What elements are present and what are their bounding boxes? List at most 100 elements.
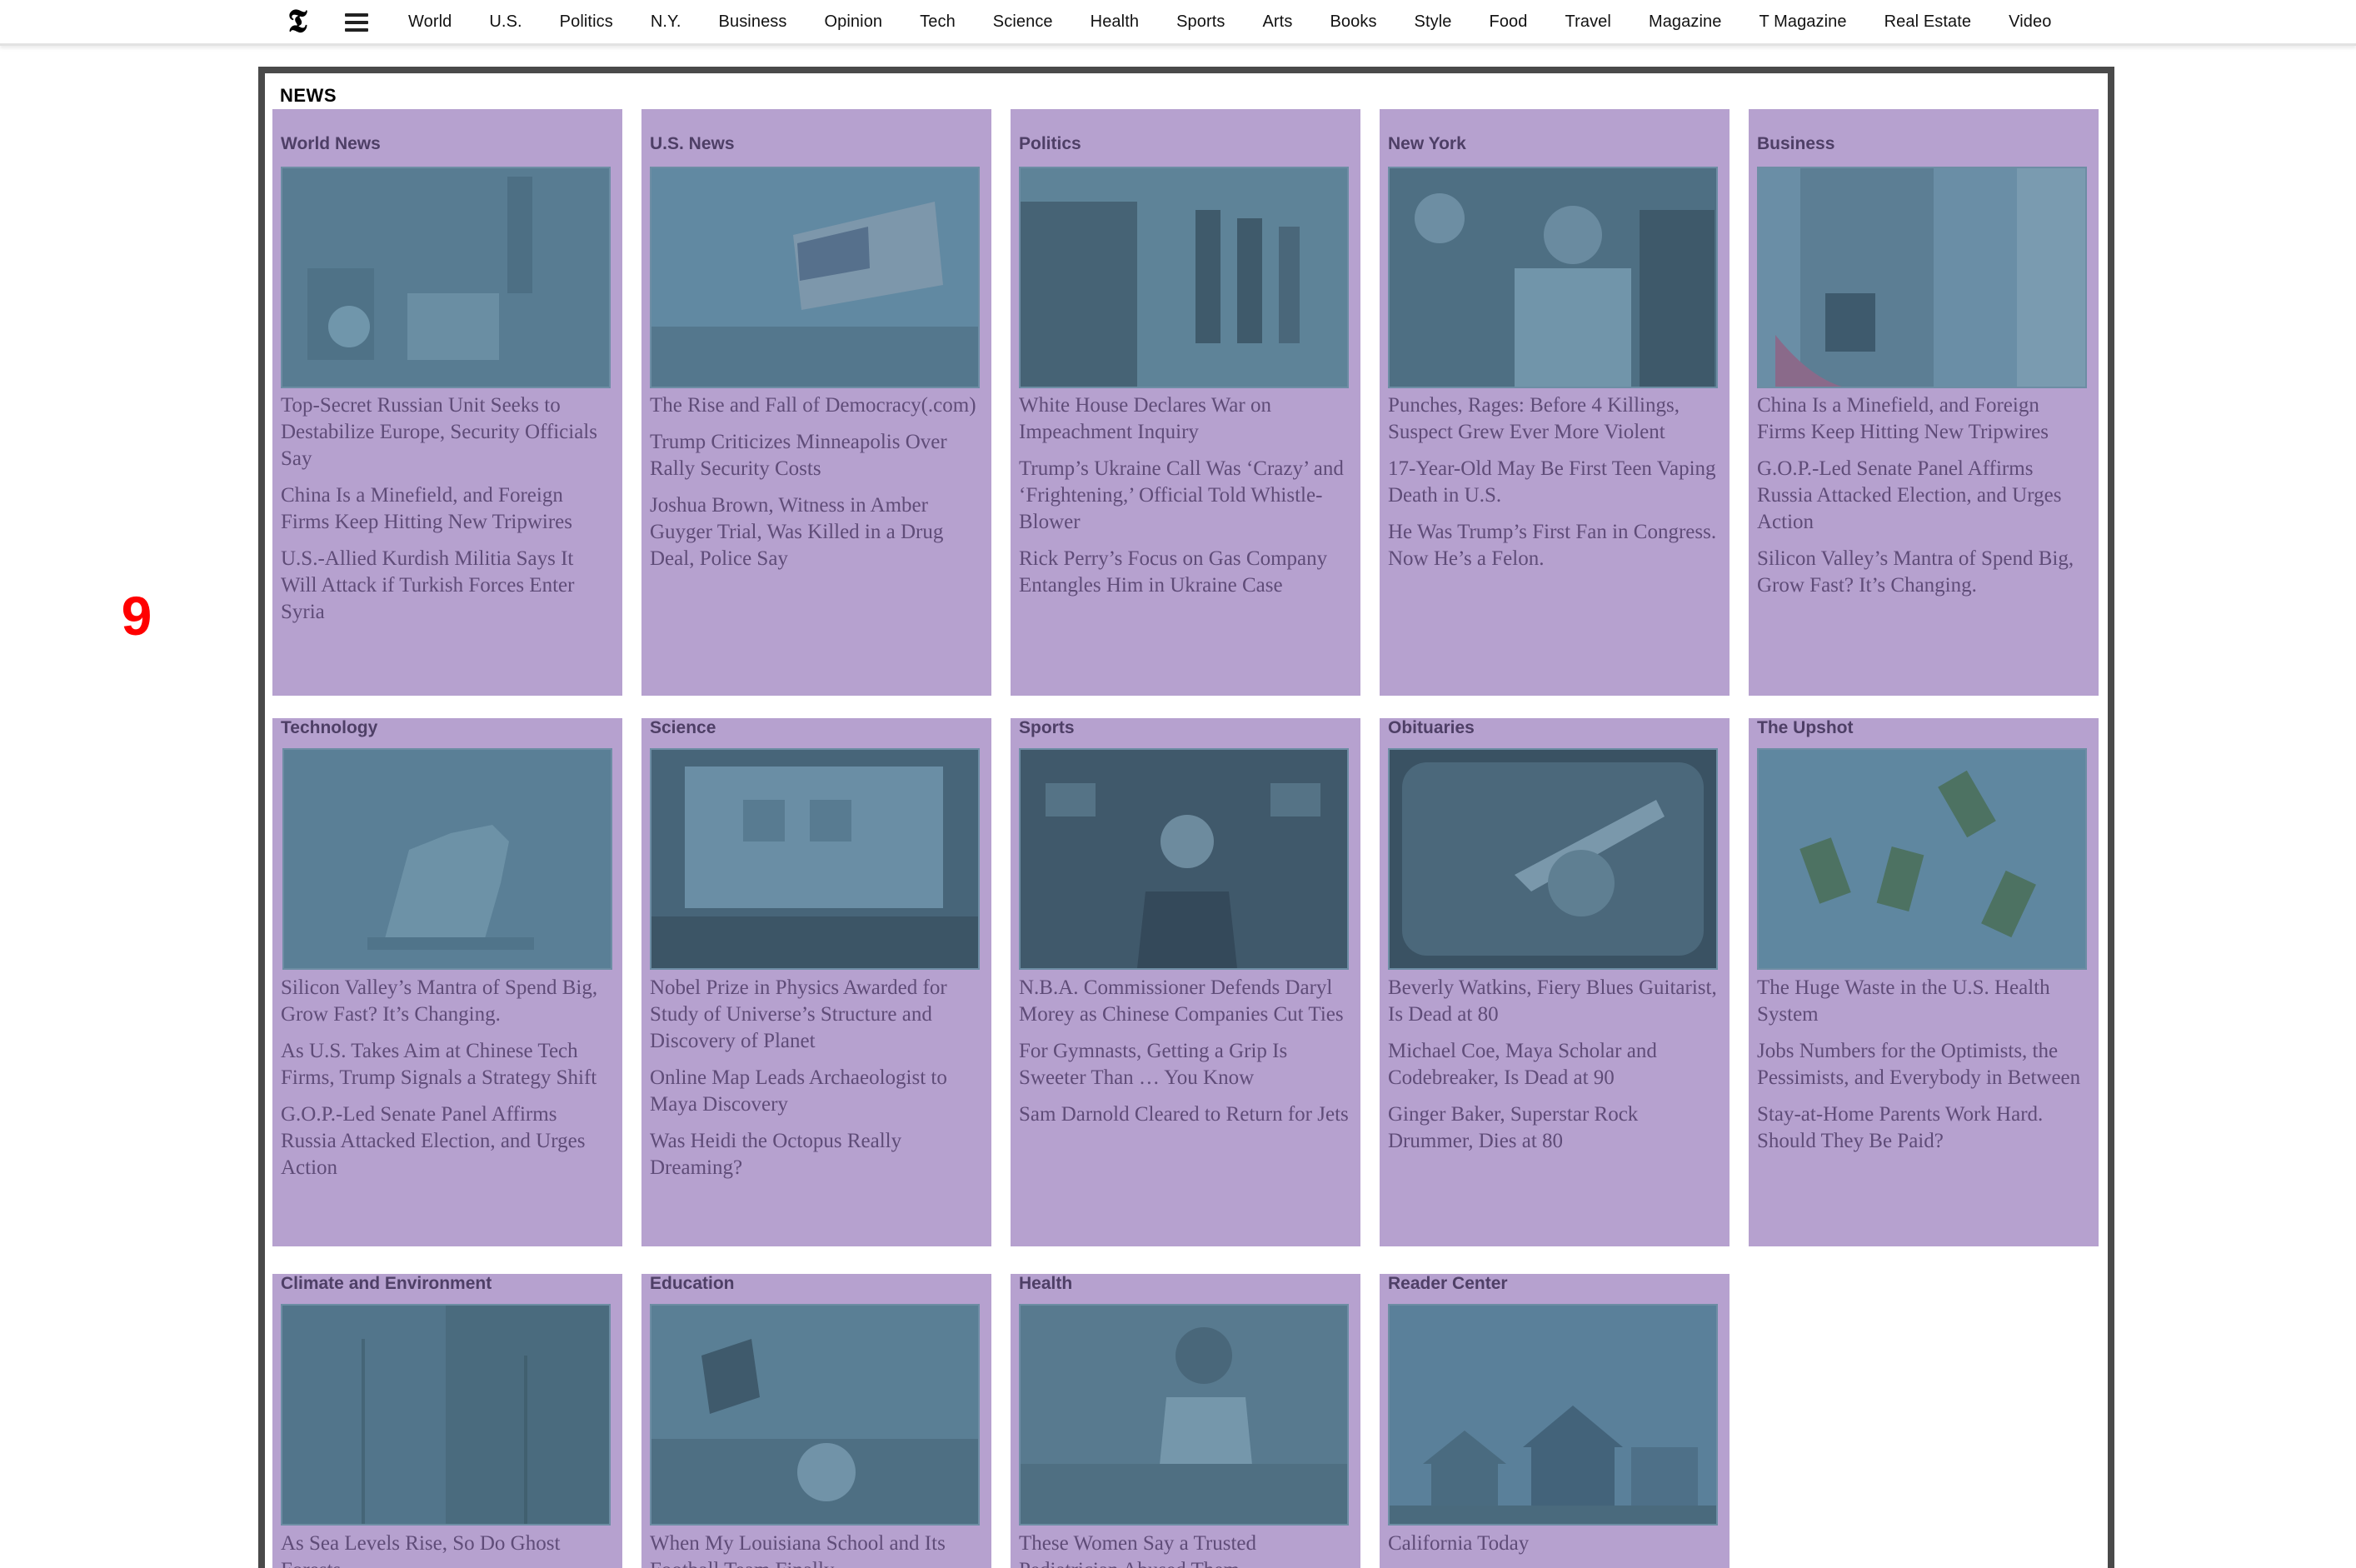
headline-link[interactable]: The Huge Waste in the U.S. Health System — [1757, 975, 2090, 1028]
section-thumbnail-image[interactable] — [281, 1304, 611, 1526]
section-label[interactable]: Science — [650, 718, 716, 738]
headline-link[interactable]: G.O.P.-Led Senate Panel Affirms Russia A… — [281, 1101, 614, 1181]
section-card-technology: Technology Silicon Valley’s Mantra of Sp… — [272, 718, 622, 1246]
section-label[interactable]: Sports — [1019, 718, 1075, 738]
nav-politics[interactable]: Politics — [560, 12, 613, 32]
headline-link[interactable]: Sam Darnold Cleared to Return for Jets — [1019, 1101, 1352, 1128]
headline-link[interactable]: Was Heidi the Octopus Really Dreaming? — [650, 1128, 983, 1181]
nav-books[interactable]: Books — [1330, 12, 1376, 32]
section-label[interactable]: U.S. News — [650, 134, 735, 154]
nav-video[interactable]: Video — [2009, 12, 2051, 32]
headline-link[interactable]: When My Louisiana School and Its Footbal… — [650, 1531, 983, 1568]
section-label[interactable]: Climate and Environment — [281, 1274, 492, 1294]
headline-link[interactable]: He Was Trump’s First Fan in Congress. No… — [1388, 519, 1721, 572]
nav-us[interactable]: U.S. — [489, 12, 522, 32]
headline-link[interactable]: For Gymnasts, Getting a Grip Is Sweeter … — [1019, 1038, 1352, 1091]
headline-link[interactable]: Beverly Watkins, Fiery Blues Guitarist, … — [1388, 975, 1721, 1028]
section-thumbnail-image[interactable] — [650, 1304, 980, 1526]
section-label[interactable]: Education — [650, 1274, 735, 1294]
headline-link[interactable]: As Sea Levels Rise, So Do Ghost Forests — [281, 1531, 614, 1568]
nav-sports[interactable]: Sports — [1176, 12, 1225, 32]
headline-link[interactable]: Stay-at-Home Parents Work Hard. Should T… — [1757, 1101, 2090, 1155]
headline-link[interactable]: U.S.-Allied Kurdish Militia Says It Will… — [281, 546, 614, 626]
section-label[interactable]: Obituaries — [1388, 718, 1475, 738]
top-navigation-bar: 𝕿 World U.S. Politics N.Y. Business Opin… — [0, 0, 2356, 46]
nav-style[interactable]: Style — [1415, 12, 1452, 32]
headline-link[interactable]: Silicon Valley’s Mantra of Spend Big, Gr… — [1757, 546, 2090, 599]
section-label[interactable]: Health — [1019, 1274, 1072, 1294]
headline-link[interactable]: These Women Say a Trusted Pediatrician A… — [1019, 1531, 1352, 1568]
headline-link[interactable]: Michael Coe, Maya Scholar and Codebreake… — [1388, 1038, 1721, 1091]
nav-world[interactable]: World — [408, 12, 452, 32]
section-card-climate-and-environment: Climate and Environment As Sea Levels Ri… — [272, 1274, 622, 1568]
headline-link[interactable]: As U.S. Takes Aim at Chinese Tech Firms,… — [281, 1038, 614, 1091]
news-heading: NEWS — [280, 85, 337, 106]
headline-link[interactable]: Online Map Leads Archaeologist to Maya D… — [650, 1065, 983, 1118]
section-label[interactable]: Business — [1757, 134, 1834, 154]
section-card-business: Business China Is a Minefield, and Forei… — [1749, 109, 2099, 696]
headline-link[interactable]: N.B.A. Commissioner Defends Daryl Morey … — [1019, 975, 1352, 1028]
headline-link[interactable]: Ginger Baker, Superstar Rock Drummer, Di… — [1388, 1101, 1721, 1155]
headline-list: The Rise and Fall of Democracy(.com) Tru… — [650, 392, 983, 582]
headline-link[interactable]: The Rise and Fall of Democracy(.com) — [650, 392, 983, 419]
hamburger-line — [345, 13, 368, 17]
section-thumbnail-image[interactable] — [1388, 167, 1718, 388]
section-number-marker: 9 — [121, 585, 152, 647]
hamburger-menu-icon[interactable] — [345, 13, 368, 32]
section-thumbnail-image[interactable] — [1019, 748, 1349, 970]
hamburger-line — [345, 28, 368, 32]
nyt-logo[interactable]: 𝕿 — [283, 3, 312, 38]
nav-health[interactable]: Health — [1091, 12, 1139, 32]
nav-opinion[interactable]: Opinion — [825, 12, 883, 32]
section-thumbnail-image[interactable] — [282, 748, 612, 970]
headline-link[interactable]: Rick Perry’s Focus on Gas Company Entang… — [1019, 546, 1352, 599]
section-card-science: Science Nobel Prize in Physics Awarded f… — [641, 718, 991, 1246]
nav-tech[interactable]: Tech — [920, 12, 956, 32]
nav-ny[interactable]: N.Y. — [651, 12, 681, 32]
nav-arts[interactable]: Arts — [1262, 12, 1292, 32]
section-thumbnail-image[interactable] — [1019, 1304, 1349, 1526]
section-thumbnail-image[interactable] — [1757, 167, 2087, 388]
headline-list: The Huge Waste in the U.S. Health System… — [1757, 975, 2090, 1165]
headline-link[interactable]: Silicon Valley’s Mantra of Spend Big, Gr… — [281, 975, 614, 1028]
section-label[interactable]: Technology — [281, 718, 377, 738]
headline-link[interactable]: 17-Year-Old May Be First Teen Vaping Dea… — [1388, 456, 1721, 509]
nav-science[interactable]: Science — [993, 12, 1053, 32]
headline-link[interactable]: Punches, Rages: Before 4 Killings, Suspe… — [1388, 392, 1721, 446]
section-thumbnail-image[interactable] — [281, 167, 611, 388]
headline-list: When My Louisiana School and Its Footbal… — [650, 1531, 983, 1568]
section-thumbnail-image[interactable] — [1388, 1304, 1718, 1526]
headline-list: N.B.A. Commissioner Defends Daryl Morey … — [1019, 975, 1352, 1138]
nav-travel[interactable]: Travel — [1565, 12, 1611, 32]
section-card-sports: Sports N.B.A. Commissioner Defends Daryl… — [1011, 718, 1360, 1246]
section-thumbnail-image[interactable] — [1757, 748, 2087, 970]
section-thumbnail-image[interactable] — [650, 748, 980, 970]
section-thumbnail-image[interactable] — [1019, 167, 1349, 388]
headline-link[interactable]: Jobs Numbers for the Optimists, the Pess… — [1757, 1038, 2090, 1091]
headline-link[interactable]: Trump Criticizes Minneapolis Over Rally … — [650, 429, 983, 482]
headline-list: These Women Say a Trusted Pediatrician A… — [1019, 1531, 1352, 1568]
headline-link[interactable]: Trump’s Ukraine Call Was ‘Crazy’ and ‘Fr… — [1019, 456, 1352, 536]
section-label[interactable]: Politics — [1019, 134, 1081, 154]
section-nav: World U.S. Politics N.Y. Business Opinio… — [408, 0, 2089, 43]
section-thumbnail-image[interactable] — [1388, 748, 1718, 970]
headline-link[interactable]: Top-Secret Russian Unit Seeks to Destabi… — [281, 392, 614, 472]
section-thumbnail-image[interactable] — [650, 167, 980, 388]
headline-link[interactable]: China Is a Minefield, and Foreign Firms … — [1757, 392, 2090, 446]
headline-link[interactable]: White House Declares War on Impeachment … — [1019, 392, 1352, 446]
section-label[interactable]: New York — [1388, 134, 1466, 154]
section-card-politics: Politics White House Declares War on Imp… — [1011, 109, 1360, 696]
headline-link[interactable]: China Is a Minefield, and Foreign Firms … — [281, 482, 614, 536]
headline-link[interactable]: Joshua Brown, Witness in Amber Guyger Tr… — [650, 492, 983, 572]
nav-real-estate[interactable]: Real Estate — [1884, 12, 1972, 32]
nav-t-magazine[interactable]: T Magazine — [1759, 12, 1846, 32]
headline-link[interactable]: Nobel Prize in Physics Awarded for Study… — [650, 975, 983, 1055]
nav-business[interactable]: Business — [719, 12, 787, 32]
section-label[interactable]: The Upshot — [1757, 718, 1854, 738]
nav-food[interactable]: Food — [1490, 12, 1528, 32]
section-label[interactable]: Reader Center — [1388, 1274, 1508, 1294]
headline-link[interactable]: California Today — [1388, 1531, 1721, 1557]
section-label[interactable]: World News — [281, 134, 381, 154]
nav-magazine[interactable]: Magazine — [1649, 12, 1722, 32]
headline-link[interactable]: G.O.P.-Led Senate Panel Affirms Russia A… — [1757, 456, 2090, 536]
